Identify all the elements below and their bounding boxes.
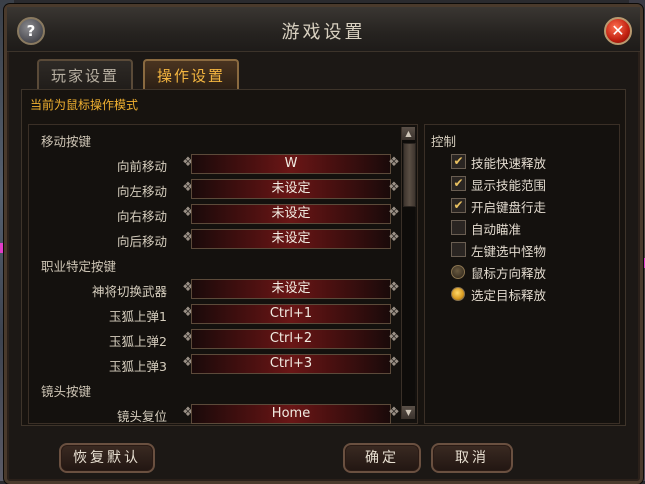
keybind-label: 神将切换武器 (91, 284, 167, 299)
radio-selected-icon[interactable] (451, 287, 465, 301)
keybind-row: 玉狐上弹2 ❖ Ctrl+2 ❖ (29, 328, 403, 350)
keybind-row: 玉狐上弹1 ❖ Ctrl+1 ❖ (29, 303, 403, 325)
keybind-row: 向后移动 ❖ 未设定 ❖ (29, 228, 403, 250)
keybind-field[interactable]: ❖ Ctrl+1 ❖ (181, 303, 401, 324)
keybind-label: 镜头复位 (116, 409, 167, 424)
keybind-value[interactable]: Ctrl+1 (191, 304, 391, 324)
cancel-button[interactable]: 取消 (431, 443, 513, 473)
ornament-icon: ❖ (388, 230, 400, 245)
tab-control-settings[interactable]: 操作设置 (143, 59, 240, 91)
restore-default-button[interactable]: 恢复默认 (59, 443, 155, 473)
dialog-title: 游戏设置 (281, 22, 366, 43)
keybind-row: 向左移动 ❖ 未设定 ❖ (29, 178, 403, 200)
keybind-label: 玉狐上弹2 (109, 334, 167, 349)
game-settings-dialog: ? 游戏设置 ✕ 玩家设置 操作设置 当前为鼠标操作模式 移动按键 向前移动 ❖… (4, 4, 643, 484)
ornament-icon: ❖ (388, 330, 400, 345)
keybind-value[interactable]: W (191, 154, 391, 174)
ornament-icon: ❖ (388, 205, 400, 220)
keybind-field[interactable]: ❖ Ctrl+2 ❖ (181, 328, 401, 349)
checkbox-checked-icon[interactable]: ✔ (451, 176, 466, 191)
checkbox-label: 自动瞄准 (471, 222, 522, 237)
keybind-label: 玉狐上弹1 (109, 309, 167, 324)
keybind-label: 向前移动 (116, 159, 167, 174)
keybind-value[interactable]: Home (191, 404, 391, 424)
control-title: 控制 (431, 134, 457, 149)
section-camera-keys: 镜头按键 (41, 384, 92, 399)
keybind-field[interactable]: ❖ 未设定 ❖ (181, 228, 401, 249)
ornament-icon: ❖ (388, 355, 400, 370)
keybind-value[interactable]: 未设定 (191, 229, 391, 249)
keybind-row: 神将切换武器 ❖ 未设定 ❖ (29, 278, 403, 300)
scroll-down-icon[interactable]: ▼ (402, 406, 415, 419)
keybind-field[interactable]: ❖ Home ❖ (181, 403, 401, 424)
checkbox-checked-icon[interactable]: ✔ (451, 154, 466, 169)
keybind-row: 向右移动 ❖ 未设定 ❖ (29, 203, 403, 225)
keybind-field[interactable]: ❖ 未设定 ❖ (181, 178, 401, 199)
keybind-field[interactable]: ❖ W ❖ (181, 153, 401, 174)
control-panel: 控制 ✔ 技能快速释放 ✔ 显示技能范围 ✔ 开启键盘行走 自动瞄准 左键选中怪… (424, 124, 620, 424)
ornament-icon: ❖ (388, 405, 400, 420)
checkbox-label: 开启键盘行走 (471, 200, 547, 215)
scroll-up-icon[interactable]: ▲ (402, 127, 415, 140)
ornament-icon: ❖ (388, 305, 400, 320)
section-class-keys: 职业特定按键 (41, 259, 117, 274)
keybind-scrollbar[interactable]: ▲ ▼ (401, 127, 416, 419)
keybind-value[interactable]: 未设定 (191, 179, 391, 199)
keybind-row: 玉狐上弹3 ❖ Ctrl+3 ❖ (29, 353, 403, 375)
checkbox-label: 技能快速释放 (471, 156, 547, 171)
checkbox-checked-icon[interactable]: ✔ (451, 198, 466, 213)
keybind-label: 向右移动 (116, 209, 167, 224)
scroll-thumb[interactable] (403, 143, 416, 207)
checkbox-label: 左键选中怪物 (471, 244, 547, 259)
keybind-label: 向左移动 (116, 184, 167, 199)
checkbox-unchecked-icon[interactable] (451, 242, 466, 257)
checkbox-unchecked-icon[interactable] (451, 220, 466, 235)
checkbox-label: 显示技能范围 (471, 178, 547, 193)
ornament-icon: ❖ (388, 280, 400, 295)
close-button[interactable]: ✕ (604, 17, 632, 45)
settings-content: 当前为鼠标操作模式 移动按键 向前移动 ❖ W ❖ 向左移动 ❖ 未设定 ❖ 向… (21, 89, 626, 426)
radio-unselected-icon[interactable] (451, 265, 465, 279)
keybind-label: 玉狐上弹3 (109, 359, 167, 374)
keybind-value[interactable]: Ctrl+3 (191, 354, 391, 374)
ornament-icon: ❖ (388, 180, 400, 195)
keybind-value[interactable]: 未设定 (191, 279, 391, 299)
keybind-field[interactable]: ❖ Ctrl+3 ❖ (181, 353, 401, 374)
ornament-icon: ❖ (388, 155, 400, 170)
mode-indicator: 当前为鼠标操作模式 (30, 98, 139, 112)
confirm-button[interactable]: 确定 (343, 443, 421, 473)
section-move-keys: 移动按键 (41, 134, 92, 149)
keybind-label: 向后移动 (116, 234, 167, 249)
keybind-value[interactable]: 未设定 (191, 204, 391, 224)
keybind-field[interactable]: ❖ 未设定 ❖ (181, 203, 401, 224)
radio-label: 选定目标释放 (471, 288, 547, 303)
title-bar: ? 游戏设置 ✕ (7, 7, 640, 52)
keybind-value[interactable]: Ctrl+2 (191, 329, 391, 349)
keybind-row: 镜头复位 ❖ Home ❖ (29, 403, 403, 425)
keybind-field[interactable]: ❖ 未设定 ❖ (181, 278, 401, 299)
radio-label: 鼠标方向释放 (471, 266, 547, 281)
tab-player-settings[interactable]: 玩家设置 (37, 59, 134, 91)
keybind-row: 向前移动 ❖ W ❖ (29, 153, 403, 175)
keybind-panel: 移动按键 向前移动 ❖ W ❖ 向左移动 ❖ 未设定 ❖ 向右移动 ❖ 未设定 … (28, 124, 418, 424)
